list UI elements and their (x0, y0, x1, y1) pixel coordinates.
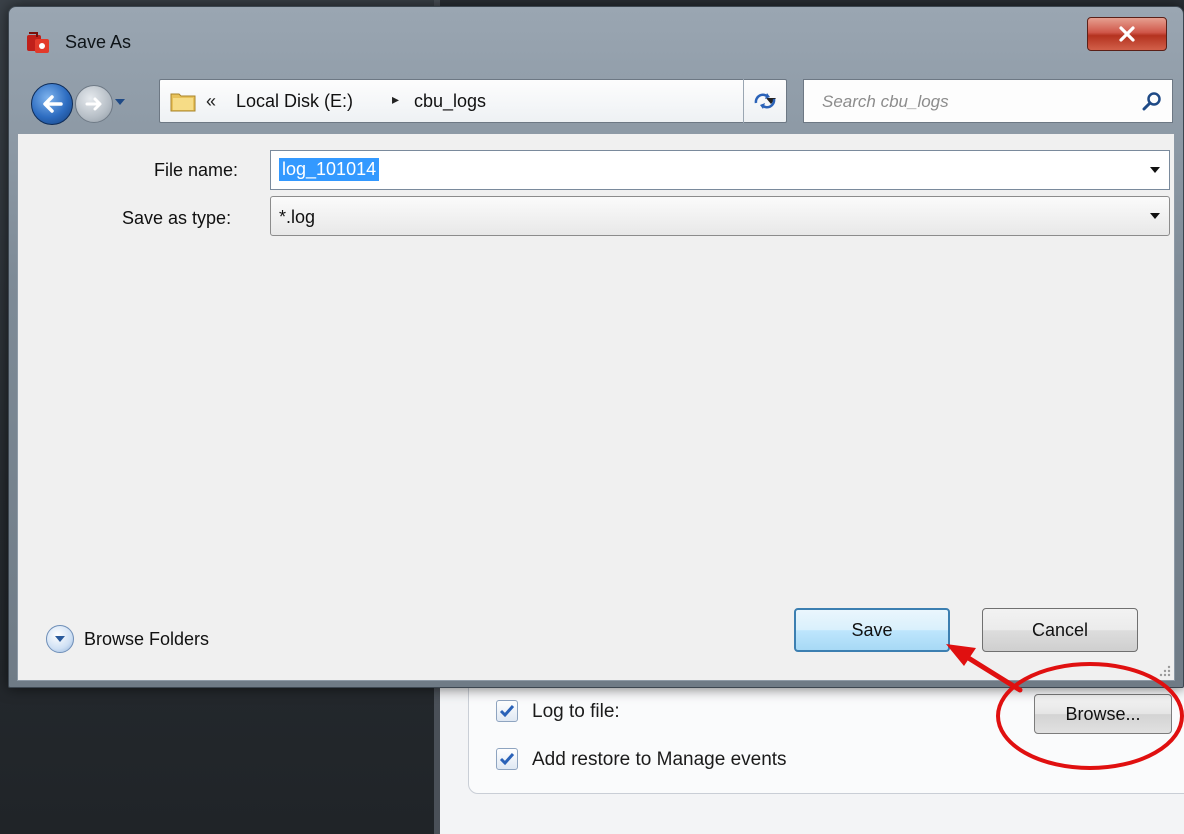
refresh-button[interactable] (743, 79, 786, 123)
checkmark-icon (499, 705, 515, 718)
title-bar: Save As (9, 7, 1183, 71)
breadcrumb-cbu-logs[interactable]: cbu_logs (414, 91, 486, 112)
log-to-file-label: Log to file: (532, 701, 620, 722)
forward-arrow-icon (85, 97, 102, 111)
chevron-down-icon (55, 636, 65, 642)
back-arrow-icon (43, 95, 63, 113)
chevron-down-icon[interactable] (1149, 166, 1161, 174)
search-icon[interactable] (1142, 91, 1162, 111)
breadcrumb-overflow[interactable]: « (206, 91, 216, 112)
dialog-content: File name: log_101014 Save as type: *.lo… (17, 133, 1175, 681)
log-to-file-checkbox[interactable] (496, 700, 518, 722)
refresh-icon (754, 93, 776, 109)
save-button[interactable]: Save (794, 608, 950, 652)
search-placeholder: Search cbu_logs (822, 92, 949, 111)
file-name-input[interactable]: log_101014 (270, 150, 1170, 190)
forward-button[interactable] (75, 85, 113, 123)
close-button[interactable] (1087, 17, 1167, 51)
file-name-value[interactable]: log_101014 (279, 158, 380, 181)
address-bar[interactable]: « Local Disk (E:) ▸ cbu_logs (159, 79, 787, 123)
breadcrumb-separator[interactable]: ▸ (392, 91, 399, 108)
dialog-title: Save As (65, 32, 132, 52)
save-as-type-label: Save as type: (122, 208, 232, 228)
add-restore-checkbox[interactable] (496, 748, 518, 770)
recent-pages-dropdown[interactable] (113, 95, 127, 109)
save-as-type-select[interactable]: *.log (270, 196, 1170, 236)
add-restore-label: Add restore to Manage events (532, 749, 787, 770)
navigation-bar: « Local Disk (E:) ▸ cbu_logs Search cbu_… (9, 73, 1183, 133)
expand-icon (46, 625, 74, 653)
app-icon (27, 32, 49, 53)
save-as-dialog: Save As « Local Disk (E:) ▸ cbu_logs Sea… (8, 6, 1184, 688)
file-name-label: File name: (154, 160, 239, 180)
browse-folders-label: Browse Folders (84, 628, 210, 649)
resize-grip-icon[interactable] (1158, 664, 1172, 678)
breadcrumb-local-disk[interactable]: Local Disk (E:) (236, 91, 353, 112)
chevron-down-icon[interactable] (1149, 212, 1161, 220)
close-icon (1119, 26, 1135, 42)
cancel-button[interactable]: Cancel (982, 608, 1138, 652)
folder-icon (170, 93, 196, 112)
chevron-down-icon (115, 99, 125, 105)
save-as-type-value: *.log (279, 207, 316, 227)
search-input[interactable]: Search cbu_logs (803, 79, 1173, 123)
back-button[interactable] (31, 83, 73, 125)
browse-folders-toggle[interactable]: Browse Folders (46, 624, 209, 654)
checkmark-icon (499, 753, 515, 766)
browse-button[interactable]: Browse... (1034, 694, 1172, 734)
